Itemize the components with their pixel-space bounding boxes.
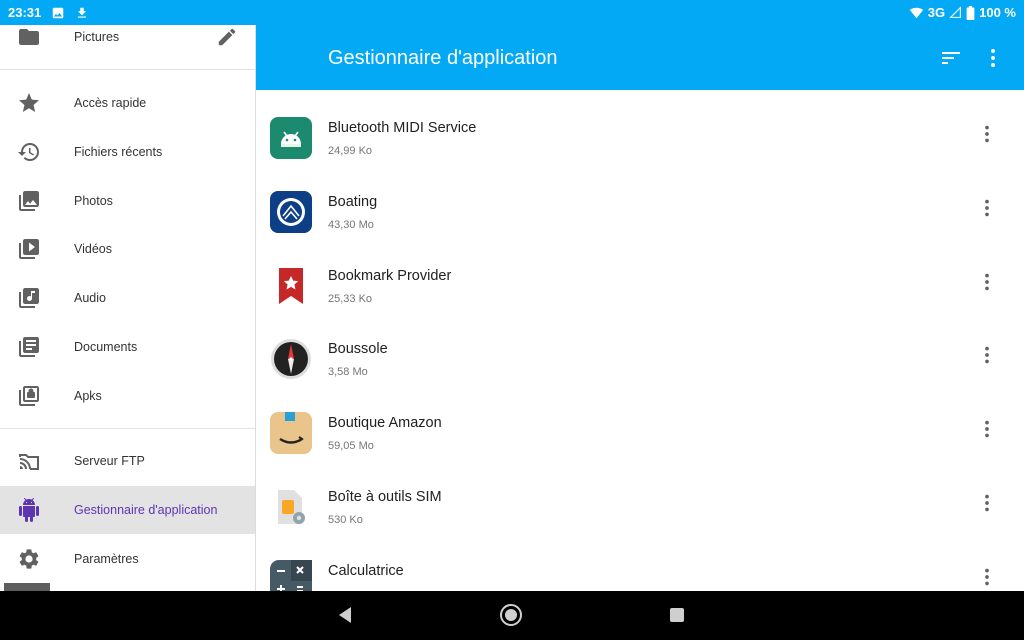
drawer-item-ftp-server[interactable]: Serveur FTP	[0, 437, 255, 485]
list-item[interactable]: Boating 43,30 Mo	[256, 191, 1024, 265]
drawer-item-settings[interactable]: Paramètres	[0, 535, 255, 583]
download-icon	[75, 6, 89, 20]
drawer-divider	[0, 69, 255, 70]
drawer-item-label: Vidéos	[74, 242, 112, 256]
list-item[interactable]: Bluetooth MIDI Service 24,99 Ko	[256, 117, 1024, 191]
edit-icon[interactable]	[216, 26, 238, 48]
app-name: Boating	[328, 194, 378, 210]
amazon-icon	[270, 412, 312, 454]
compass-icon	[270, 338, 312, 380]
row-menu-icon[interactable]	[976, 271, 998, 293]
app-size: 3,58 Mo	[328, 366, 368, 378]
drawer-item-photos[interactable]: Photos	[0, 177, 255, 225]
row-menu-icon[interactable]	[976, 418, 998, 440]
navionics-icon	[270, 191, 312, 233]
drawer-item-label: Paramètres	[74, 552, 139, 566]
row-menu-icon[interactable]	[976, 344, 998, 366]
drawer-item-apks[interactable]: Apks	[0, 372, 255, 420]
folder-icon	[17, 25, 41, 49]
status-time: 23:31	[8, 5, 42, 20]
drawer-item-label: Serveur FTP	[74, 454, 145, 468]
android-app-icon	[270, 117, 312, 159]
app-bar: Gestionnaire d'application	[256, 25, 1024, 90]
row-menu-icon[interactable]	[976, 197, 998, 219]
star-icon	[17, 91, 41, 115]
drawer-item-label: Apks	[74, 389, 102, 403]
app-size: 530 Ko	[328, 514, 363, 526]
drawer-item-app-manager[interactable]: Gestionnaire d'application	[0, 486, 255, 534]
list-item[interactable]: Bookmark Provider 25,33 Ko	[256, 265, 1024, 339]
page-title: Gestionnaire d'application	[328, 47, 558, 69]
drawer-item-label: Photos	[74, 194, 113, 208]
app-size: 59,05 Mo	[328, 440, 374, 452]
calculator-icon	[270, 560, 312, 591]
back-icon[interactable]	[334, 603, 358, 627]
drawer-item-label: Gestionnaire d'application	[74, 503, 218, 517]
history-icon	[17, 140, 41, 164]
drawer-item-videos[interactable]: Vidéos	[0, 225, 255, 273]
sim-toolkit-icon	[270, 486, 312, 528]
app-list: Bluetooth MIDI Service 24,99 Ko Boating …	[256, 90, 1024, 591]
overflow-menu-icon[interactable]	[981, 46, 1005, 70]
drawer-item-label: Documents	[74, 340, 138, 354]
drawer-item-label: Audio	[74, 291, 106, 305]
fps-counter: -563	[4, 583, 50, 591]
app-name: Boîte à outils SIM	[328, 489, 442, 505]
image-icon	[51, 6, 65, 20]
sort-icon[interactable]	[939, 46, 963, 70]
list-item[interactable]: Calculatrice	[256, 560, 1024, 591]
drawer-item-label: Pictures	[74, 30, 120, 44]
status-bar: 23:31 3G 100 %	[0, 0, 1024, 25]
drawer-item-recent-files[interactable]: Fichiers récents	[0, 128, 255, 176]
drawer-item-quick-access[interactable]: Accès rapide	[0, 79, 255, 127]
app-name: Calculatrice	[328, 563, 404, 579]
app-size: 25,33 Ko	[328, 293, 373, 305]
drawer-item-label: Accès rapide	[74, 96, 147, 110]
list-item[interactable]: Boussole 3,58 Mo	[256, 338, 1024, 412]
app-size: 24,99 Ko	[328, 145, 373, 157]
row-menu-icon[interactable]	[976, 492, 998, 514]
battery-icon	[966, 5, 975, 20]
list-item[interactable]: Boutique Amazon 59,05 Mo	[256, 412, 1024, 486]
app-name: Bookmark Provider	[328, 268, 452, 284]
photo-library-icon	[17, 189, 41, 213]
wifi-icon	[909, 6, 924, 20]
settings-icon	[17, 547, 41, 571]
audio-library-icon	[17, 286, 41, 310]
app-size: 43,30 Mo	[328, 219, 374, 231]
navigation-drawer: Pictures Accès rapide Fichiers récents P…	[0, 25, 256, 591]
home-icon[interactable]	[499, 603, 523, 627]
battery-level: 100 %	[979, 5, 1016, 20]
row-menu-icon[interactable]	[976, 123, 998, 145]
system-navigation-bar	[0, 591, 1024, 640]
recents-icon[interactable]	[665, 603, 689, 627]
list-item[interactable]: Boîte à outils SIM 530 Ko	[256, 486, 1024, 560]
app-name: Bluetooth MIDI Service	[328, 120, 477, 136]
drawer-item-documents[interactable]: Documents	[0, 323, 255, 371]
network-type: 3G	[927, 5, 946, 20]
row-menu-icon[interactable]	[976, 566, 998, 588]
signal-icon	[949, 6, 962, 19]
cast-folder-icon	[17, 449, 41, 473]
bookmark-icon	[270, 265, 312, 307]
android-library-icon	[17, 384, 41, 408]
android-icon	[17, 498, 41, 522]
drawer-item-audio[interactable]: Audio	[0, 274, 255, 322]
drawer-item-label: Fichiers récents	[74, 145, 163, 159]
video-library-icon	[17, 237, 41, 261]
app-name: Boutique Amazon	[328, 415, 442, 431]
drawer-divider	[0, 428, 255, 429]
app-name: Boussole	[328, 341, 388, 357]
documents-icon	[17, 335, 41, 359]
